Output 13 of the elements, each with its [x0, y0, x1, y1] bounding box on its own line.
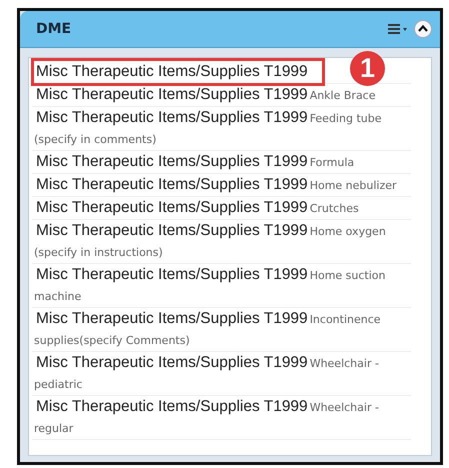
list-item[interactable]: Misc Therapeutic Items/Supplies T1999 Incontinence supplies(specify Comments)	[32, 308, 411, 352]
list-item[interactable]: Misc Therapeutic Items/Supplies T1999 Home nebulizer	[32, 174, 411, 197]
list-item[interactable]: Misc Therapeutic Items/Supplies T1999 Home suction machine	[32, 264, 411, 308]
menu-icon[interactable]	[388, 23, 408, 35]
list-item[interactable]: Misc Therapeutic Items/Supplies T1999 Ankle Brace	[32, 84, 411, 107]
list-item[interactable]: Misc Therapeutic Items/Supplies T1999 Crutches	[32, 197, 411, 220]
list-item[interactable]: Misc Therapeutic Items/Supplies T1999 Home oxygen (specify in instructions)	[32, 220, 411, 264]
collapse-icon[interactable]	[414, 20, 432, 38]
list-item[interactable]: Misc Therapeutic Items/Supplies T1999 Feeding tube (specify in comments)	[32, 107, 411, 151]
list-item[interactable]: Misc Therapeutic Items/Supplies T1999 Wheelchair - regular	[32, 396, 411, 440]
list-item[interactable]: Misc Therapeutic Items/Supplies T1999 Wheelchair - pediatric	[32, 352, 411, 396]
list-item[interactable]: Misc Therapeutic Items/Supplies T1999 Formula	[32, 151, 411, 174]
panel-title: DME	[36, 21, 72, 37]
